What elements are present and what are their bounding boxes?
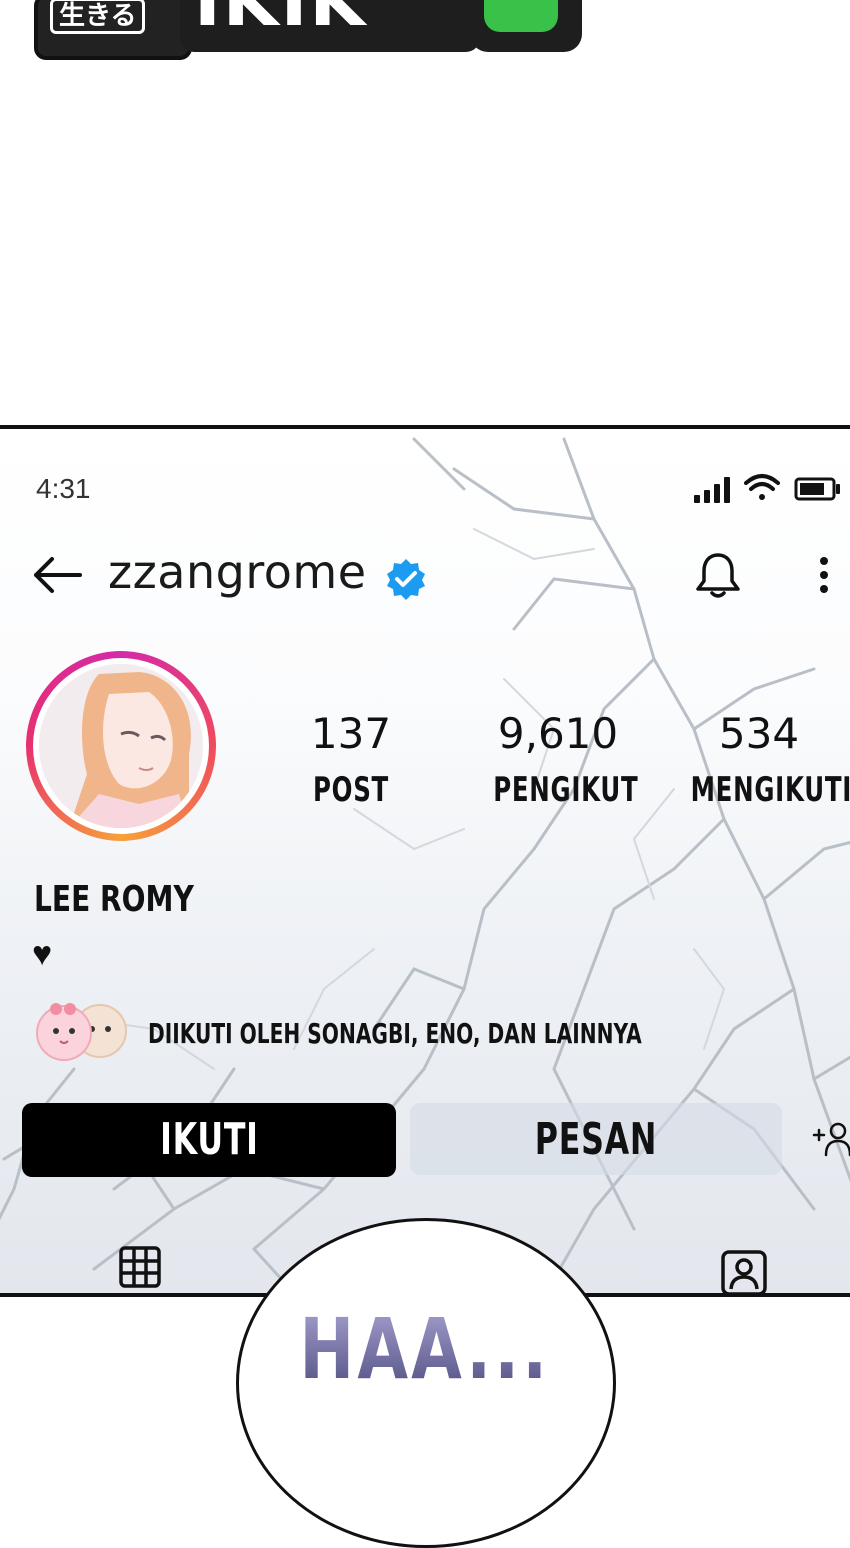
- stat-following-value: 534: [718, 709, 800, 758]
- battery-icon: [794, 477, 840, 501]
- status-time: 4:31: [36, 473, 91, 504]
- stat-posts[interactable]: 137 POST: [296, 709, 406, 810]
- grid-tab-icon[interactable]: [118, 1245, 162, 1289]
- stat-posts-value: 137: [310, 709, 392, 758]
- follow-button[interactable]: IKUTI: [22, 1103, 396, 1177]
- profile-bio: ♥: [32, 935, 53, 973]
- avatar-gap: [33, 658, 209, 834]
- profile-avatar[interactable]: [26, 651, 216, 841]
- notification-bell-icon[interactable]: [694, 549, 742, 601]
- stat-following-label: MENGIKUTI: [690, 770, 850, 810]
- profile-name: LEE ROMY: [34, 879, 194, 920]
- mutual-followers-text[interactable]: DIIKUTI OLEH SONAGBI, ENO, DAN LAINNYA: [148, 1017, 642, 1050]
- message-button-label: PESAN: [534, 1114, 658, 1165]
- signal-icon: [694, 477, 730, 503]
- profile-username: zzangrome: [108, 545, 367, 599]
- avatar-portrait: [39, 664, 203, 828]
- logo-jp-text: 生きる: [50, 0, 146, 34]
- stat-posts-label: POST: [313, 770, 389, 810]
- logo-main-block: IKIK: [180, 0, 480, 52]
- add-person-icon[interactable]: [812, 1121, 850, 1157]
- follow-button-label: IKUTI: [159, 1114, 259, 1165]
- back-arrow-icon[interactable]: [30, 553, 84, 597]
- status-icons: [694, 474, 840, 503]
- logo-green-block: [470, 0, 582, 52]
- tagged-tab-icon[interactable]: [720, 1247, 768, 1297]
- speech-bubble-text: HAA...: [0, 1300, 850, 1398]
- mutual-followers-avatars: [36, 1003, 127, 1061]
- comic-logo: 生きる IKIK: [30, 0, 582, 62]
- message-button[interactable]: PESAN: [410, 1103, 782, 1175]
- more-options-icon[interactable]: [812, 553, 836, 597]
- stat-followers-label: PENGIKUT: [493, 770, 639, 810]
- avatar-image: [39, 664, 203, 828]
- verified-badge-icon: [387, 559, 425, 600]
- stat-followers-value: 9,610: [497, 709, 619, 758]
- stat-followers[interactable]: 9,610 PENGIKUT: [468, 709, 648, 810]
- stat-following[interactable]: 534 MENGIKUTI: [664, 709, 850, 810]
- profile-screen: 4:31 zzangrome 137 POST 9,610 PENGIKUT 5…: [0, 425, 850, 1297]
- speech-bubble-text-content: HAA...: [299, 1300, 551, 1398]
- wifi-icon: [744, 474, 780, 500]
- logo-main-text: IKIK: [194, 0, 368, 42]
